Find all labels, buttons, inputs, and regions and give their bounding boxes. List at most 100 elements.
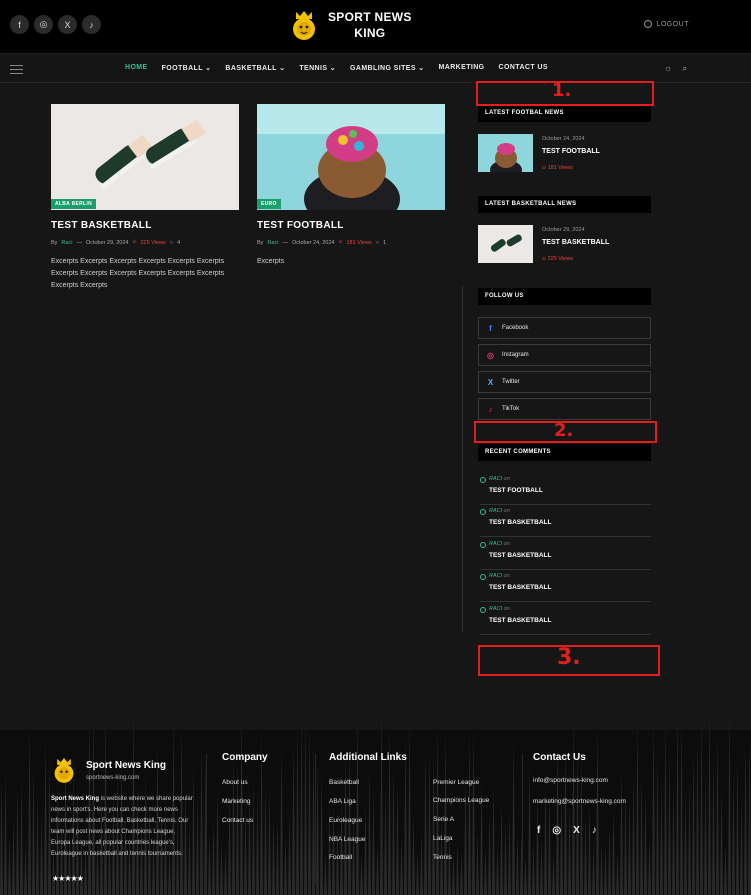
- post-title[interactable]: TEST BASKETBALL: [51, 220, 239, 231]
- sidebar-post-title[interactable]: TEST FOOTBALL: [542, 148, 600, 155]
- post-title[interactable]: TEST FOOTBALL: [257, 220, 445, 231]
- logout-label: LOGOUT: [656, 20, 689, 28]
- post-comments[interactable]: 1: [383, 240, 386, 246]
- comment-post-link[interactable]: TEST BASKETBALL: [489, 552, 551, 559]
- footer-link-contact[interactable]: Contact us: [222, 817, 253, 824]
- post-author[interactable]: Raci: [61, 240, 72, 246]
- sidebar-post-date: October 24, 2024: [542, 136, 585, 142]
- latest-football-heading: LATEST FOOTBAL NEWS: [478, 105, 651, 122]
- post-author[interactable]: Raci: [267, 240, 278, 246]
- post-excerpt: Excerpts Excerpts Excerpts Excerpts Exce…: [51, 258, 225, 289]
- instagram-icon[interactable]: ◎: [34, 15, 53, 34]
- x-icon[interactable]: X: [58, 15, 77, 34]
- comment-author[interactable]: RACI: [489, 476, 502, 482]
- comment-post-link[interactable]: TEST BASKETBALL: [489, 519, 551, 526]
- logout-link[interactable]: LOGOUT: [644, 20, 689, 28]
- category-badge[interactable]: ALBA BERLIN: [51, 199, 97, 209]
- instagram-icon: ◎: [487, 350, 494, 360]
- facebook-icon[interactable]: f: [537, 825, 540, 836]
- nav-football[interactable]: FOOTBALL ⌄: [162, 64, 212, 72]
- footer-socials: f ◎ X ♪: [537, 825, 597, 836]
- sidebar-post-views: 🔥︎ 225 Views: [542, 256, 573, 262]
- comment-icon: ○: [375, 239, 380, 246]
- comment-post-link[interactable]: TEST FOOTBALL: [489, 487, 543, 494]
- footer-link-marketing[interactable]: Marketing: [222, 798, 251, 805]
- comment-bullet-icon: [480, 509, 486, 515]
- follow-twitter[interactable]: X Twitter: [478, 371, 651, 393]
- footer-link[interactable]: Basketball: [329, 779, 359, 786]
- comment-author[interactable]: RACI: [489, 508, 502, 514]
- post-meta: By Raci — October 24, 2024 🔥︎ 181 Views …: [257, 239, 387, 246]
- comment-author[interactable]: RACI: [489, 606, 502, 612]
- footer-link[interactable]: Champions League: [433, 797, 489, 804]
- sidebar-post-date: October 29, 2024: [542, 227, 585, 233]
- post-excerpt: Excerpts: [257, 258, 285, 265]
- sidebar-post[interactable]: October 29, 2024 TEST BASKETBALL 🔥︎ 225 …: [478, 225, 609, 263]
- footer-link[interactable]: Serie A: [433, 816, 454, 823]
- footer-email-marketing[interactable]: marketing@sportnews-king.com: [533, 798, 626, 805]
- post-thumbnail[interactable]: ALBA BERLIN: [51, 104, 239, 210]
- footer-link[interactable]: NBA League: [329, 836, 366, 843]
- footer-link[interactable]: LaLiga: [433, 835, 453, 842]
- comment-author[interactable]: RACI: [489, 541, 502, 547]
- instagram-icon[interactable]: ◎: [552, 825, 561, 836]
- nav-contact-us[interactable]: CONTACT US: [499, 64, 548, 72]
- search-icon[interactable]: ⌕: [682, 63, 687, 74]
- footer-contact-title: Contact Us: [533, 752, 586, 763]
- site-footer: Sport News King sportnews-king.com Sport…: [0, 700, 751, 895]
- content-divider: [462, 286, 463, 632]
- facebook-icon[interactable]: f: [10, 15, 29, 34]
- site-logo[interactable]: SPORT NEWS KING: [290, 9, 412, 41]
- menu-icon[interactable]: [10, 65, 23, 77]
- sidebar-post[interactable]: October 24, 2024 TEST FOOTBALL 🔥︎ 181 Vi…: [478, 134, 600, 172]
- sidebar-post-thumbnail[interactable]: [478, 134, 533, 172]
- sidebar-post-thumbnail[interactable]: [478, 225, 533, 263]
- lion-logo-icon: [293, 11, 315, 40]
- nav-basketball[interactable]: BASKETBALL ⌄: [225, 64, 285, 72]
- footer-link[interactable]: Tennis: [433, 854, 452, 861]
- comment-bullet-icon: [480, 542, 486, 548]
- follow-tiktok[interactable]: ♪ TikTok: [478, 398, 651, 420]
- comment-item: RACI on TEST BASKETBALL: [480, 570, 651, 602]
- sun-icon[interactable]: ☼: [664, 63, 672, 74]
- post-views: 181 Views: [346, 239, 372, 246]
- footer-additional-title: Additional Links: [329, 752, 407, 763]
- annotation-label-2: 2.: [554, 420, 574, 441]
- sidebar-post-title[interactable]: TEST BASKETBALL: [542, 239, 609, 246]
- nav-tennis[interactable]: TENNIS ⌄: [299, 64, 336, 72]
- post-date: October 24, 2024: [291, 239, 335, 246]
- latest-basketball-heading: LATEST BASKETBALL NEWS: [478, 196, 651, 213]
- annotation-label-1: 1.: [552, 80, 572, 101]
- comment-bullet-icon: [480, 477, 486, 483]
- footer-brand[interactable]: Sport News King sportnews-king.com: [52, 756, 166, 784]
- lion-logo-icon: [54, 758, 74, 783]
- category-badge[interactable]: EURO: [257, 199, 281, 209]
- post-comments[interactable]: 4: [177, 240, 180, 246]
- footer-email-info[interactable]: info@sportnews-king.com: [533, 777, 608, 784]
- comment-post-link[interactable]: TEST BASKETBALL: [489, 584, 551, 591]
- top-bar: f ◎ X ♪ SPORT NEWS KING LOGOUT: [0, 0, 751, 53]
- post-thumbnail[interactable]: EURO: [257, 104, 445, 210]
- footer-link[interactable]: ABA Liga: [329, 798, 356, 805]
- sneakers-image: [51, 104, 239, 210]
- tiktok-icon[interactable]: ♪: [592, 825, 597, 836]
- footer-link[interactable]: Premier League: [433, 779, 479, 786]
- footer-link[interactable]: Euroleague: [329, 817, 362, 824]
- comment-item: RACI on TEST BASKETBALL: [480, 603, 651, 635]
- comment-author[interactable]: RACI: [489, 573, 502, 579]
- footer-link-about[interactable]: About us: [222, 779, 248, 786]
- follow-facebook[interactable]: f Facebook: [478, 317, 651, 339]
- brand-line-1: SPORT NEWS: [328, 10, 412, 24]
- nav-marketing[interactable]: MARKETING: [439, 64, 485, 72]
- footer-company-title: Company: [222, 752, 268, 763]
- x-icon[interactable]: X: [573, 825, 580, 836]
- comment-post-link[interactable]: TEST BASKETBALL: [489, 617, 551, 624]
- footer-link[interactable]: Football: [329, 854, 352, 861]
- tiktok-icon[interactable]: ♪: [82, 15, 101, 34]
- follow-instagram[interactable]: ◎ Instagram: [478, 344, 651, 366]
- nav-gambling-sites[interactable]: GAMBLING SITES ⌄: [350, 64, 425, 72]
- fire-icon: 🔥︎: [132, 239, 137, 245]
- footer-brand-url: sportnews-king.com: [86, 774, 140, 781]
- cap-person-image: [257, 104, 445, 210]
- nav-home[interactable]: HOME: [125, 64, 148, 72]
